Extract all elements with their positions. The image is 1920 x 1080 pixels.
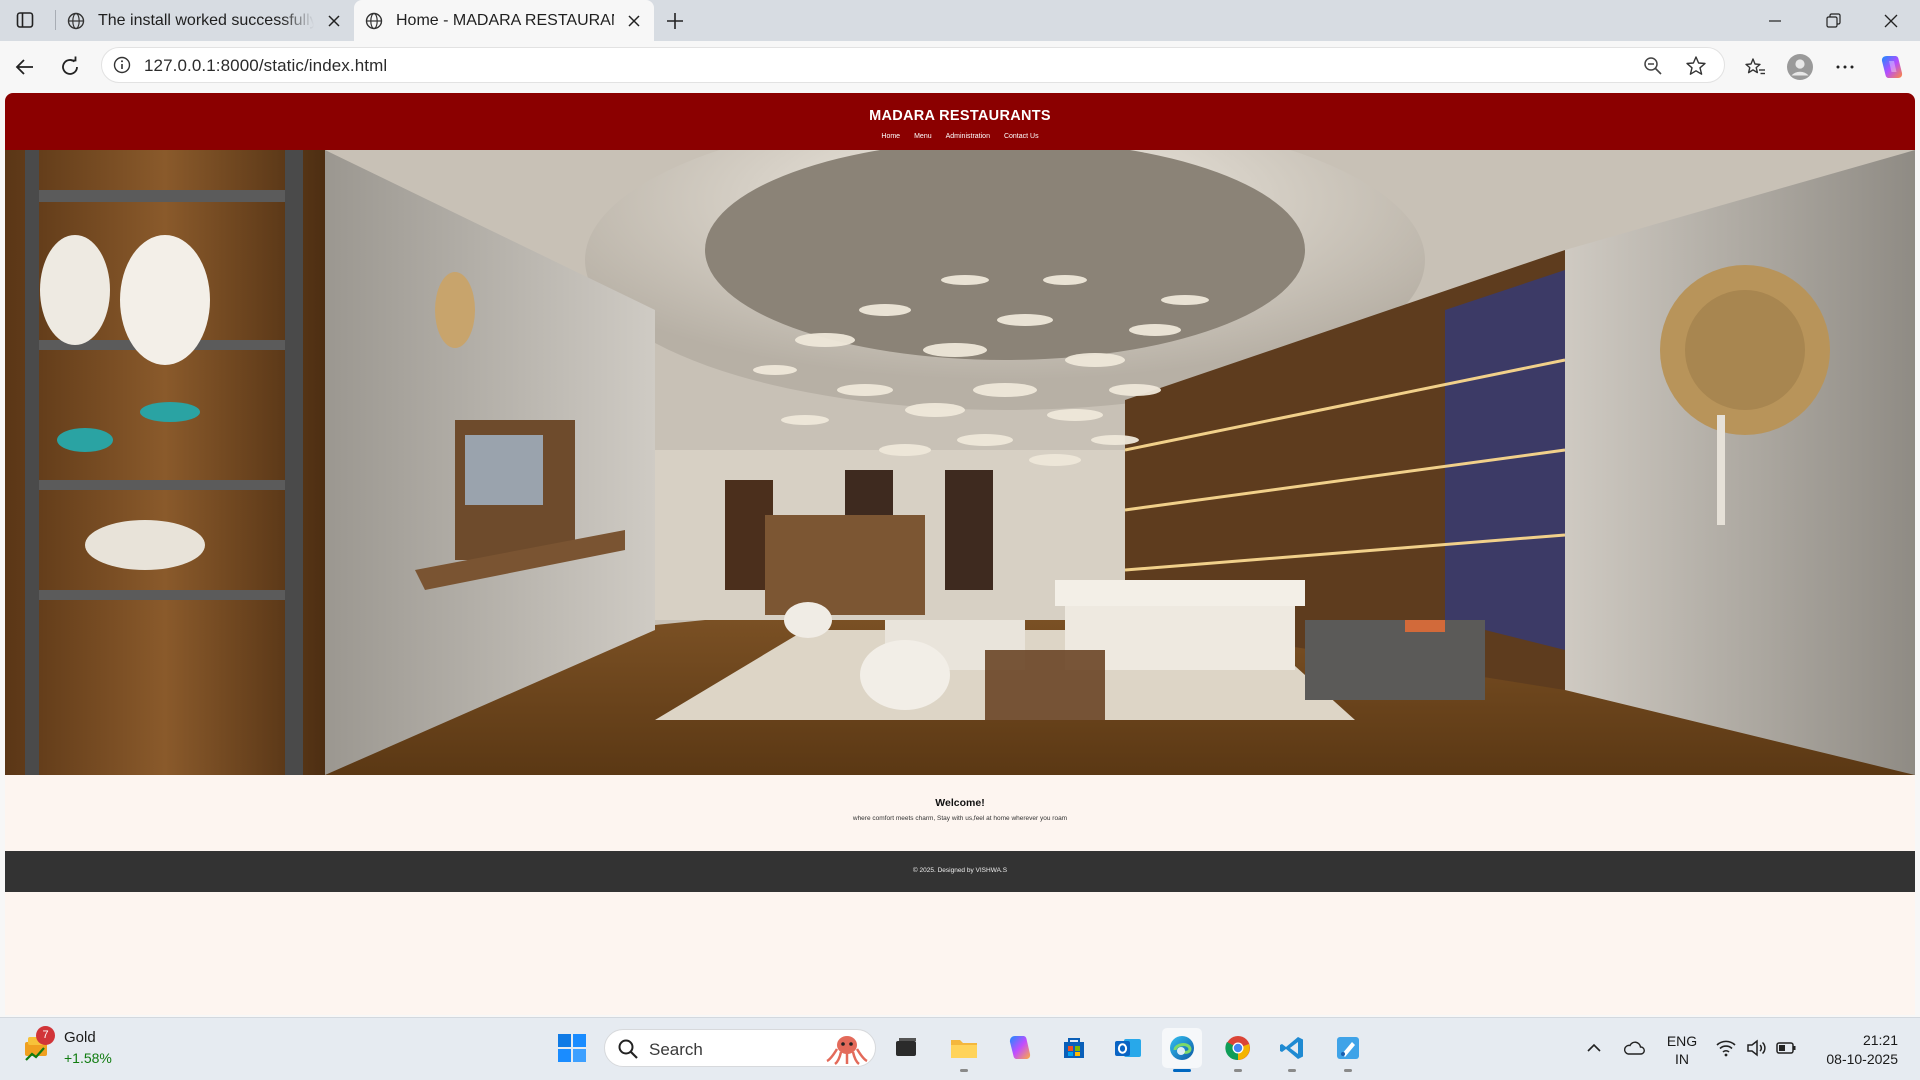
battery-icon[interactable] [1774, 1036, 1798, 1060]
globe-icon [67, 12, 85, 29]
close-window-icon[interactable] [1878, 8, 1904, 34]
nav-link-home[interactable]: Home [881, 133, 900, 140]
widget-change: +1.58% [64, 1050, 112, 1066]
file-explorer-button[interactable] [944, 1028, 984, 1072]
copilot-icon [1009, 1036, 1031, 1059]
outlook-icon [1115, 1039, 1141, 1057]
language-region: IN [1675, 1051, 1689, 1067]
site-info-icon[interactable] [112, 55, 132, 75]
new-tab-icon[interactable] [662, 8, 688, 34]
tab-title: Home - MADARA RESTAURANTS [396, 11, 614, 29]
edge-icon [1170, 1036, 1194, 1060]
nav-link-administration[interactable]: Administration [946, 133, 990, 140]
outlook-button[interactable] [1108, 1028, 1148, 1068]
tab-strip: The install worked successfully! Congrat… [0, 0, 1920, 41]
favorites-icon[interactable] [1742, 54, 1768, 80]
volume-icon[interactable] [1744, 1036, 1768, 1060]
onedrive-cloud-icon[interactable] [1622, 1036, 1646, 1060]
favorite-star-icon[interactable] [1684, 54, 1708, 78]
close-icon[interactable] [624, 11, 644, 31]
zoom-out-icon[interactable] [1642, 55, 1664, 77]
store-icon [1064, 1038, 1084, 1058]
vscode-button[interactable] [1272, 1028, 1312, 1072]
welcome-text: where comfort meets charm, Stay with us,… [852, 815, 1068, 822]
browser-toolbar: 127.0.0.1:8000/static/index.html [0, 41, 1920, 93]
minimize-icon[interactable] [1762, 8, 1788, 34]
footer-text: © 2025. Designed by VISHWA.S [912, 867, 1008, 874]
restore-icon[interactable] [1820, 8, 1846, 34]
windows-logo-icon [558, 1034, 586, 1062]
site-title: MADARA RESTAURANTS [869, 108, 1051, 124]
microsoft-store-button[interactable] [1054, 1028, 1094, 1068]
clock-date: 08-10-2025 [1826, 1051, 1898, 1067]
site-nav: Home Menu Administration Contact Us [5, 133, 1915, 140]
nav-link-menu[interactable]: Menu [914, 133, 932, 140]
notification-badge: 7 [36, 1026, 55, 1045]
close-icon[interactable] [324, 11, 344, 31]
windows-taskbar: 7 Gold +1.58% Search ENG IN 21:21 08-10-… [0, 1017, 1920, 1080]
site-header: MADARA RESTAURANTS Home Menu Administrat… [5, 93, 1915, 150]
taskbar-search[interactable]: Search [604, 1029, 876, 1067]
welcome-section: Welcome! where comfort meets charm, Stay… [5, 775, 1915, 851]
site-footer: © 2025. Designed by VISHWA.S [5, 851, 1915, 892]
widget-title: Gold [64, 1029, 96, 1046]
wifi-icon[interactable] [1714, 1036, 1738, 1060]
chevron-up-icon[interactable] [1582, 1036, 1606, 1060]
chrome-button[interactable] [1218, 1028, 1258, 1072]
browser-viewport: MADARA RESTAURANTS Home Menu Administrat… [0, 93, 1920, 1017]
octopus-decoration-icon [826, 1036, 868, 1065]
refresh-icon[interactable] [57, 54, 83, 80]
input-language-indicator[interactable]: ENG IN [1666, 1032, 1698, 1068]
copilot-app-button[interactable] [1000, 1028, 1040, 1068]
tab-actions-icon[interactable] [10, 7, 40, 33]
address-bar[interactable]: 127.0.0.1:8000/static/index.html [101, 47, 1725, 83]
edge-button[interactable] [1162, 1028, 1202, 1072]
start-button[interactable] [552, 1028, 592, 1068]
task-view-button[interactable] [886, 1028, 926, 1068]
search-placeholder: Search [649, 1040, 703, 1059]
paint-button[interactable] [1328, 1028, 1368, 1072]
task-view-icon [896, 1038, 916, 1056]
folder-icon [951, 1040, 977, 1058]
system-clock[interactable]: 21:21 08-10-2025 [1812, 1031, 1898, 1069]
web-page: MADARA RESTAURANTS Home Menu Administrat… [5, 93, 1915, 1015]
copilot-icon[interactable] [1878, 53, 1906, 81]
search-icon [618, 1039, 638, 1059]
paint-icon [1337, 1037, 1359, 1059]
welcome-heading: Welcome! [935, 797, 985, 809]
tab-madara-home[interactable]: Home - MADARA RESTAURANTS [354, 0, 654, 41]
globe-icon [365, 12, 383, 29]
tab-django-install[interactable]: The install worked successfully! Congrat… [56, 0, 354, 41]
tab-title: The install worked successfully! Congrat… [98, 11, 314, 29]
chrome-icon [1225, 1036, 1250, 1061]
language-code: ENG [1666, 1033, 1698, 1049]
clock-time: 21:21 [1862, 1032, 1898, 1048]
more-options-icon[interactable] [1832, 54, 1858, 80]
back-icon[interactable] [12, 54, 38, 80]
gold-price-widget[interactable]: 7 Gold +1.58% [20, 1026, 140, 1072]
vscode-icon [1280, 1037, 1303, 1059]
hero-image [5, 150, 1915, 775]
nav-link-contact-us[interactable]: Contact Us [1004, 133, 1039, 140]
profile-avatar-icon[interactable] [1786, 53, 1814, 81]
url-text[interactable]: 127.0.0.1:8000/static/index.html [144, 56, 387, 76]
